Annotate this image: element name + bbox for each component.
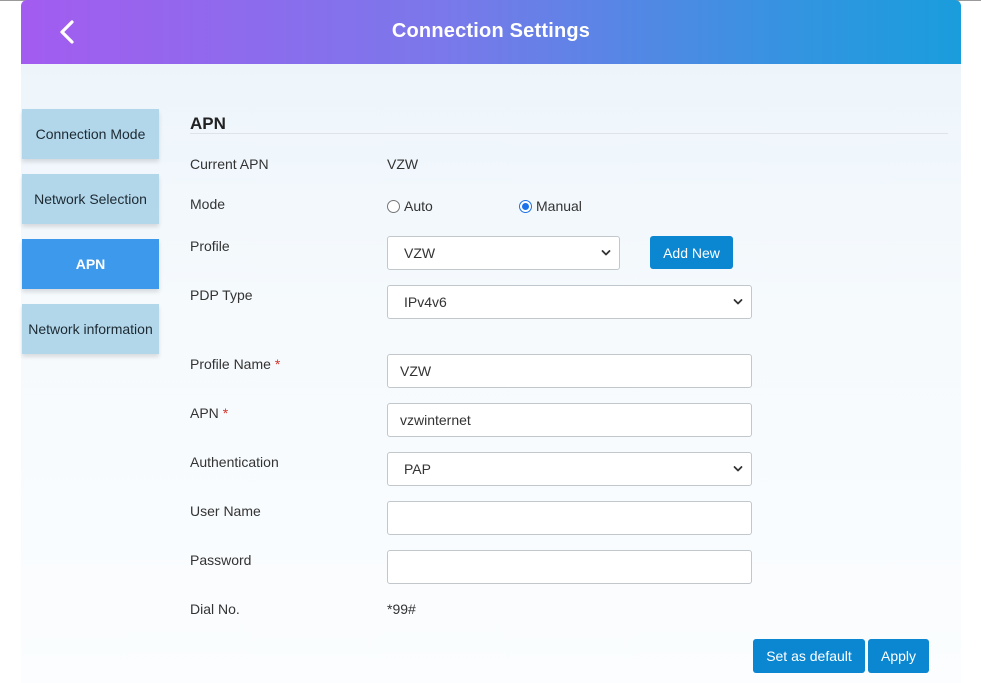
header-bar: Connection Settings: [21, 0, 961, 64]
mode-label: Mode: [190, 196, 226, 212]
required-marker: *: [274, 356, 281, 372]
profile-name-label-text: Profile Name: [190, 356, 271, 372]
dial-no-value: *99#: [387, 601, 416, 617]
sidebar-item-network-selection[interactable]: Network Selection: [22, 174, 159, 224]
chevron-down-icon: [733, 466, 743, 472]
user-name-label: User Name: [190, 503, 261, 519]
apn-label-text: APN: [190, 405, 219, 421]
current-apn-value: VZW: [387, 156, 419, 172]
current-apn-label: Current APN: [190, 156, 269, 172]
sidebar-item-network-information[interactable]: Network information: [22, 304, 159, 354]
apply-label: Apply: [880, 648, 917, 664]
sidebar-item-connection-mode[interactable]: Connection Mode: [22, 109, 159, 159]
sidebar-item-label: Network Selection: [34, 191, 147, 207]
apn-field[interactable]: vzwinternet: [387, 403, 752, 437]
dial-no-label: Dial No.: [190, 601, 240, 617]
profile-name-label: Profile Name *: [190, 356, 280, 372]
profile-select-value: VZW: [404, 245, 436, 261]
radio-label: Auto: [404, 198, 433, 214]
radio-button[interactable]: [387, 199, 400, 213]
page-title: Connection Settings: [391, 20, 591, 42]
section-divider: [190, 133, 948, 134]
authentication-label: Authentication: [190, 454, 279, 470]
add-new-button-label: Add New: [663, 244, 720, 261]
user-name-field[interactable]: [387, 501, 752, 535]
sidebar-item-label: Connection Mode: [35, 126, 146, 142]
apn-field-value: vzwinternet: [400, 412, 471, 428]
sidebar-item-apn[interactable]: APN: [22, 239, 159, 289]
set-as-default-button[interactable]: Set as default: [753, 639, 865, 673]
chevron-down-icon: [601, 250, 611, 256]
radio-button[interactable]: [519, 199, 532, 213]
pdp-type-select-value: IPv4v6: [404, 294, 447, 310]
apn-label: APN *: [190, 405, 228, 421]
pdp-type-select[interactable]: IPv4v6: [387, 285, 752, 319]
mode-radio-auto[interactable]: Auto: [387, 198, 433, 214]
pdp-type-label: PDP Type: [190, 287, 253, 303]
password-field[interactable]: [387, 550, 752, 584]
profile-name-value: VZW: [400, 363, 432, 379]
required-marker: *: [222, 405, 229, 421]
radio-label: Manual: [536, 198, 582, 214]
profile-name-field[interactable]: VZW: [387, 354, 752, 388]
sidebar-item-label: Network information: [28, 321, 153, 337]
apply-button[interactable]: Apply: [868, 639, 929, 673]
authentication-select[interactable]: PAP: [387, 452, 752, 486]
password-label: Password: [190, 552, 252, 568]
set-as-default-label: Set as default: [766, 648, 852, 664]
authentication-select-value: PAP: [404, 461, 431, 477]
profile-select[interactable]: VZW: [387, 236, 620, 270]
add-new-button[interactable]: Add New: [650, 236, 733, 269]
profile-label: Profile: [190, 238, 230, 254]
mode-radio-manual[interactable]: Manual: [519, 198, 582, 214]
section-title: APN: [190, 114, 226, 133]
sidebar-item-label: APN: [75, 256, 106, 272]
chevron-down-icon: [733, 299, 743, 305]
